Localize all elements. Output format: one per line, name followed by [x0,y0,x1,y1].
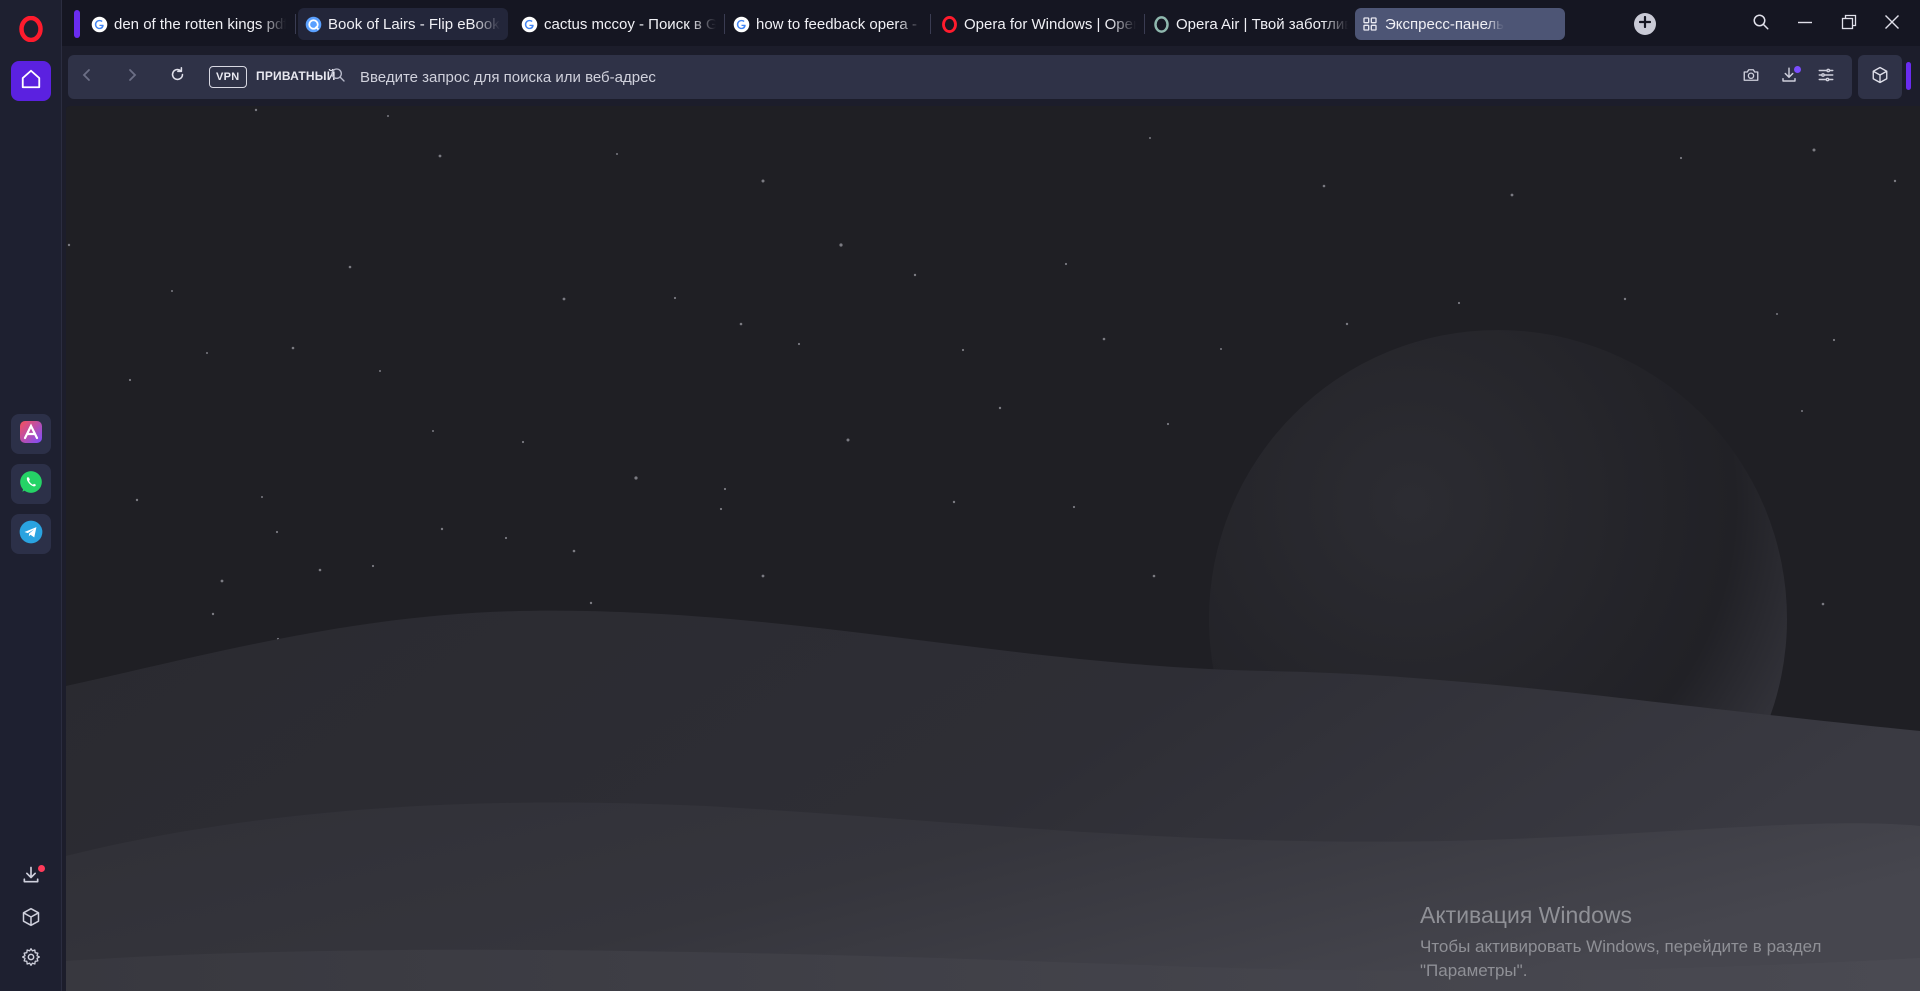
home-icon [20,68,42,95]
activation-title: Активация Windows [1420,902,1632,928]
tab-title: Экспресс-панель [1385,15,1504,33]
tab-title: Opera for Windows | Opera [964,15,1136,33]
settings-icon [21,947,41,972]
speed-dial-page [66,106,1920,991]
search-icon [330,67,346,88]
whatsapp-icon [18,469,44,500]
download-progress-dot [1794,66,1801,73]
google-icon [90,15,108,33]
chevron-left-icon [80,68,94,87]
tab-cactus-mccoy[interactable]: cactus mccoy - Поиск в Google [514,8,722,40]
home-button[interactable] [11,61,51,101]
tab-title: cactus mccoy - Поиск в Google [544,15,716,33]
back-button[interactable] [72,62,102,92]
tab-search-button[interactable] [1746,9,1776,39]
address-search-icon-wrap [323,62,353,92]
easy-setup-button[interactable] [1811,62,1841,92]
address-input[interactable] [358,63,1258,91]
tab-title: how to feedback opera - Поиск [756,15,922,33]
opera-air-icon [1152,15,1170,33]
extensions-button[interactable] [16,904,46,934]
tab-bar: den of the rotten kings pdf Book of Lair… [62,0,1920,46]
activation-line-1: Чтобы активировать Windows, перейдите в … [1420,937,1822,956]
google-icon [732,15,750,33]
downloads-button[interactable] [1774,62,1804,92]
tab-title: Opera Air | Твой заботливый [1176,15,1348,33]
flip-ebook-icon [304,15,322,33]
tab-separator [1144,14,1145,34]
restore-button[interactable] [1834,9,1864,39]
tab-separator [295,14,296,34]
search-icon [1752,13,1770,36]
tab-opera-for-windows[interactable]: Opera for Windows | Opera [934,8,1142,40]
aria-icon [19,420,43,449]
camera-icon [1742,66,1760,89]
telegram-icon [18,519,44,550]
telegram-button[interactable] [11,514,51,554]
tab-title: Book of Lairs - Flip eBook [328,15,500,33]
tab-speed-dial[interactable]: Экспресс-панель [1355,8,1565,40]
minimize-icon [1797,14,1813,35]
download-button[interactable] [16,862,46,892]
extensions-toolbar-button[interactable] [1858,55,1902,99]
close-button[interactable] [1877,9,1907,39]
opera-logo-icon[interactable] [16,14,46,44]
vpn-badge[interactable]: VPN [209,66,247,88]
snapshot-button[interactable] [1736,62,1766,92]
opera-icon [940,15,958,33]
tab-den-of-rotten-kings[interactable]: den of the rotten kings pdf [84,8,292,40]
settings-button[interactable] [16,944,46,974]
sidebar-panel-accent [1906,62,1911,90]
tab-opera-air[interactable]: Opera Air | Твой заботливый [1146,8,1354,40]
new-tab-button[interactable] [1634,13,1656,35]
google-icon [520,15,538,33]
restore-icon [1841,14,1857,35]
plus-icon [1638,15,1652,33]
tab-title: den of the rotten kings pdf [114,15,286,33]
close-icon [1884,14,1900,35]
tab-island-accent [74,10,80,38]
extensions-icon [1871,66,1889,89]
tab-separator [930,14,931,34]
sliders-icon [1817,66,1835,89]
speed-dial-icon [1361,15,1379,33]
chevron-right-icon [125,68,139,87]
tab-book-of-lairs[interactable]: Book of Lairs - Flip eBook [298,8,508,40]
extensions-icon [21,907,41,932]
minimize-button[interactable] [1790,9,1820,39]
tab-how-to-feedback-opera[interactable]: how to feedback opera - Поиск [726,8,928,40]
reload-icon [169,66,186,88]
address-toolbar: VPN ПРИВАТНЫЙ [68,55,1852,99]
aria-button[interactable] [11,414,51,454]
whatsapp-button[interactable] [11,464,51,504]
wallpaper [66,106,1920,991]
forward-button[interactable] [117,62,147,92]
windows-activation-watermark: Активация Windows Чтобы активировать Win… [1420,902,1821,983]
notification-dot [38,865,45,872]
activation-line-2: "Параметры". [1420,961,1528,980]
sidebar [0,0,62,991]
reload-button[interactable] [162,62,192,92]
tab-separator [724,14,725,34]
